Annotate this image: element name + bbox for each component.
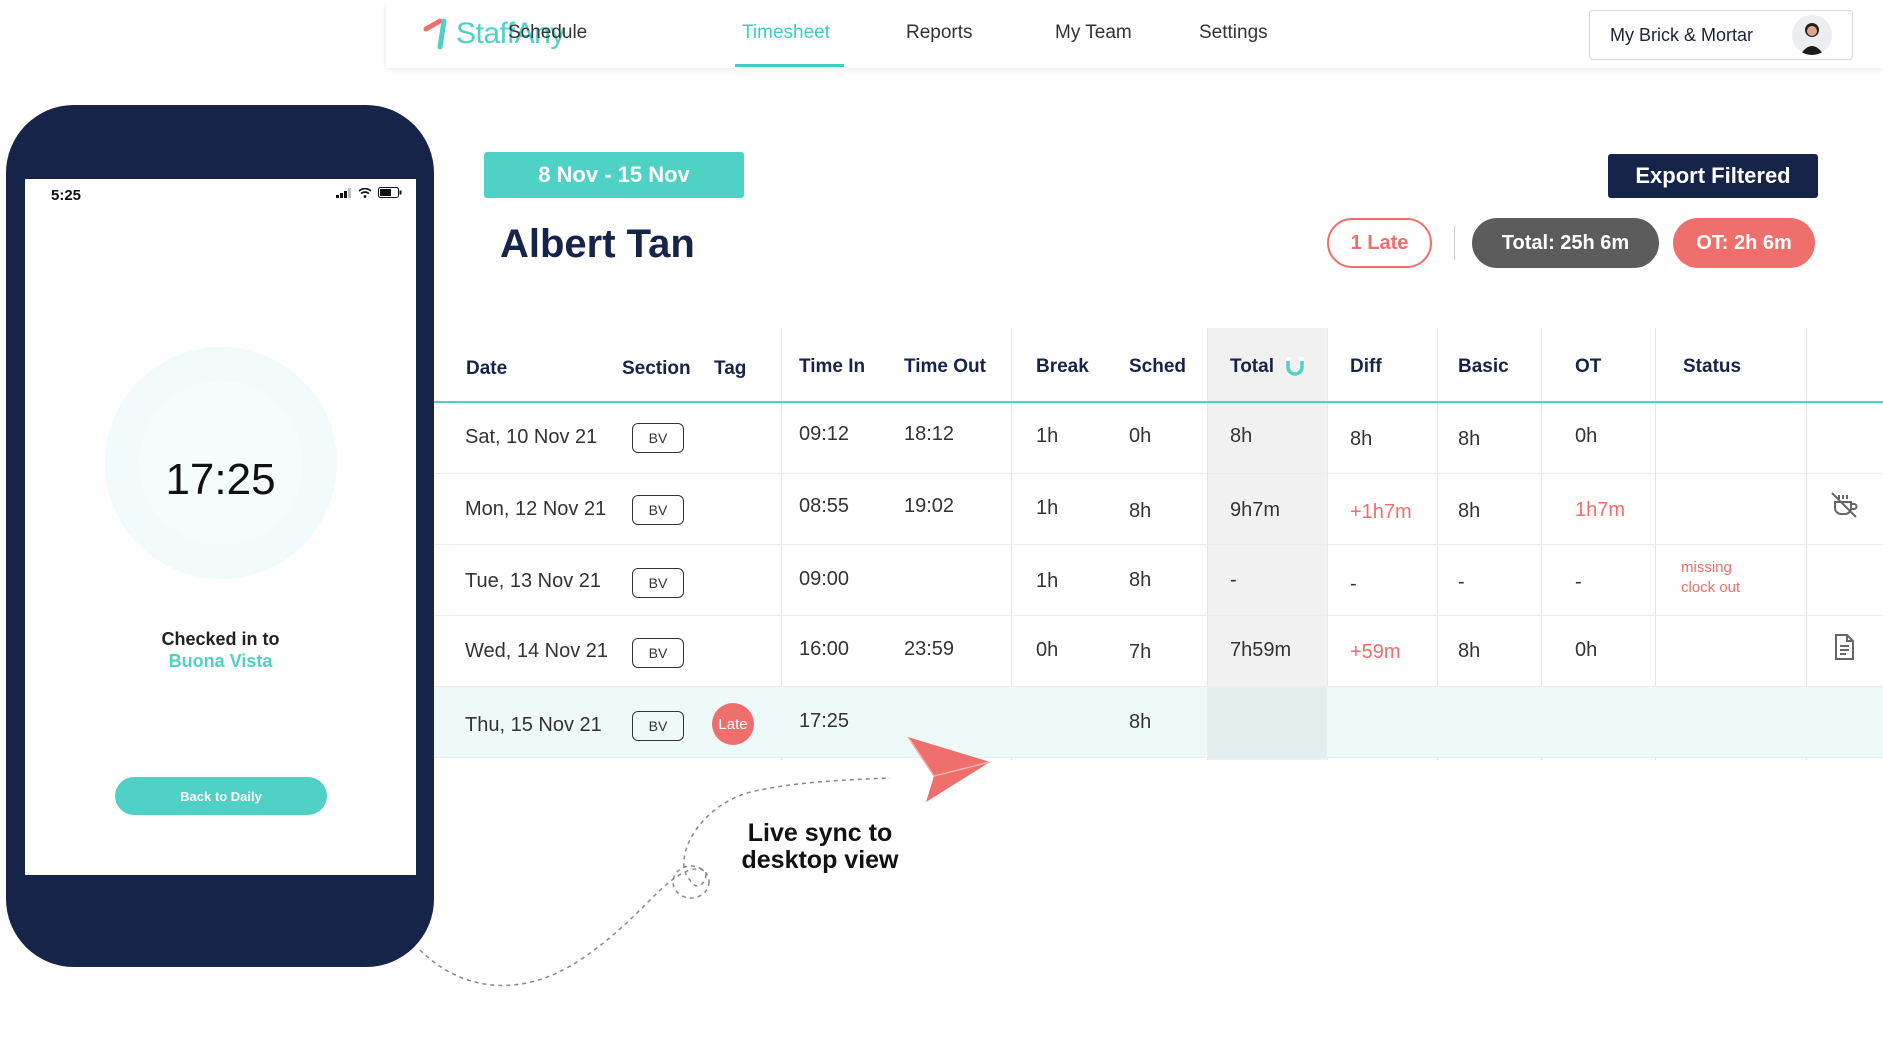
cell-sched: 8h <box>1129 711 1152 733</box>
cell-break: 0h <box>1036 639 1059 661</box>
checked-in-label: Checked in to <box>161 629 280 649</box>
total-hours-pill: Total: 25h 6m <box>1472 218 1659 268</box>
cell-date: Tue, 13 Nov 21 <box>465 570 602 592</box>
cell-sched: 8h <box>1129 569 1152 591</box>
store-label: My Brick & Mortar <box>1610 24 1754 45</box>
header-time-in[interactable]: Time In <box>799 356 865 378</box>
timesheet-table: Date Section Tag Time In Time Out Break … <box>434 328 1883 760</box>
nav-schedule[interactable]: Schedule <box>508 22 587 44</box>
table-row[interactable]: Mon, 12 Nov 21 BV 08:55 19:02 1h 8h 9h7m… <box>434 474 1883 545</box>
live-sync-caption: Live sync to desktop view <box>741 819 899 874</box>
nav-reports[interactable]: Reports <box>906 22 973 44</box>
cell-total: - <box>1230 569 1237 591</box>
table-row-live[interactable]: Thu, 15 Nov 21 BV Late 17:25 8h <box>434 687 1883 758</box>
section-badge: BV <box>632 711 684 741</box>
cell-total: 7h59m <box>1230 639 1292 661</box>
phone-mockup: 5:25 17:25 Checked in to Buona Vista Bac… <box>6 105 434 967</box>
back-to-daily-button[interactable]: Back to Daily <box>115 777 327 815</box>
header-tag[interactable]: Tag <box>714 358 746 380</box>
cell-diff: +59m <box>1350 641 1401 663</box>
header-ot[interactable]: OT <box>1575 356 1601 378</box>
cell-date: Sat, 10 Nov 21 <box>465 426 598 448</box>
cell-break: 1h <box>1036 570 1059 592</box>
top-navbar: StaffAny Schedule Timesheet Reports My T… <box>386 0 1883 68</box>
cell-ot: 0h <box>1575 639 1598 661</box>
cell-sched: 7h <box>1129 641 1152 663</box>
cell-total: 8h <box>1230 425 1253 447</box>
header-diff[interactable]: Diff <box>1350 356 1382 378</box>
phone-screen: 5:25 17:25 Checked in to Buona Vista Bac… <box>25 179 416 875</box>
header-status[interactable]: Status <box>1683 356 1741 378</box>
cell-basic: 8h <box>1458 428 1481 450</box>
cell-break: 1h <box>1036 425 1059 447</box>
header-section[interactable]: Section <box>622 358 691 380</box>
store-selector-button[interactable]: My Brick & Mortar <box>1589 10 1853 60</box>
status-missing-clock-out: missing clock out <box>1681 559 1741 596</box>
section-badge: BV <box>632 495 684 525</box>
cell-ot: 1h7m <box>1575 499 1626 521</box>
header-break[interactable]: Break <box>1036 356 1089 378</box>
cell-ot: - <box>1575 571 1582 593</box>
clock-time: 17:25 <box>165 455 276 504</box>
cell-diff: +1h7m <box>1350 501 1412 523</box>
cell-sched: 0h <box>1129 425 1152 447</box>
header-basic[interactable]: Basic <box>1458 356 1509 378</box>
employee-name: Albert Tan <box>500 222 695 266</box>
cell-date: Thu, 15 Nov 21 <box>465 714 602 736</box>
cell-time-out[interactable]: 18:12 <box>904 423 954 446</box>
nav-settings[interactable]: Settings <box>1199 22 1268 44</box>
export-filtered-button[interactable]: Export Filtered <box>1608 154 1818 198</box>
cell-total: 9h7m <box>1230 499 1281 521</box>
cell-basic: - <box>1458 571 1465 593</box>
cell-time-in[interactable]: 08:55 <box>799 495 849 518</box>
cell-diff: 8h <box>1350 428 1373 450</box>
header-date[interactable]: Date <box>466 358 507 380</box>
cell-time-in[interactable]: 09:00 <box>799 568 849 591</box>
header-total[interactable]: Total <box>1230 356 1274 378</box>
cell-basic: 8h <box>1458 500 1481 522</box>
header-time-out[interactable]: Time Out <box>904 356 986 378</box>
header-sched[interactable]: Sched <box>1129 356 1186 378</box>
pill-divider <box>1454 226 1455 260</box>
cell-break: 1h <box>1036 497 1059 519</box>
cell-time-out[interactable]: 19:02 <box>904 495 954 518</box>
table-row[interactable]: Tue, 13 Nov 21 BV 09:00 1h 8h - - - - mi… <box>434 545 1883 616</box>
cell-time-in[interactable]: 16:00 <box>799 638 849 661</box>
table-row[interactable]: Wed, 14 Nov 21 BV 16:00 23:59 0h 7h 7h59… <box>434 616 1883 687</box>
cell-sched: 8h <box>1129 500 1152 522</box>
cell-time-out[interactable]: 23:59 <box>904 638 954 661</box>
late-count-pill[interactable]: 1 Late <box>1327 218 1432 268</box>
cell-time-in[interactable]: 17:25 <box>799 710 849 733</box>
staffany-logo-icon <box>423 18 447 50</box>
section-badge: BV <box>632 638 684 668</box>
nav-my-team[interactable]: My Team <box>1055 22 1132 44</box>
overtime-pill: OT: 2h 6m <box>1673 218 1815 268</box>
no-break-icon[interactable] <box>1829 490 1859 520</box>
cell-basic: 8h <box>1458 640 1481 662</box>
cell-ot: 0h <box>1575 425 1598 447</box>
table-row[interactable]: Sat, 10 Nov 21 BV 09:12 18:12 1h 0h 8h 8… <box>434 403 1883 474</box>
section-badge: BV <box>632 423 684 453</box>
battery-icon <box>378 187 402 198</box>
cell-time-in[interactable]: 09:12 <box>799 423 849 446</box>
cell-date: Mon, 12 Nov 21 <box>465 498 607 520</box>
phone-status-icons <box>336 187 402 198</box>
late-tag-badge: Late <box>712 703 754 745</box>
document-icon[interactable] <box>1829 632 1859 662</box>
cell-diff: - <box>1350 573 1357 595</box>
checked-in-location: Buona Vista <box>168 651 273 671</box>
date-range-picker[interactable]: 8 Nov - 15 Nov <box>484 152 744 198</box>
user-avatar-icon <box>1800 23 1824 55</box>
wifi-icon <box>358 187 372 198</box>
section-badge: BV <box>632 568 684 598</box>
cell-date: Wed, 14 Nov 21 <box>465 640 609 662</box>
nav-timesheet[interactable]: Timesheet <box>742 22 830 44</box>
magnet-icon[interactable] <box>1285 356 1305 378</box>
signal-icon <box>336 187 351 198</box>
active-tab-indicator <box>735 64 844 67</box>
avatar[interactable] <box>1792 15 1832 55</box>
phone-status-time: 5:25 <box>51 187 82 204</box>
